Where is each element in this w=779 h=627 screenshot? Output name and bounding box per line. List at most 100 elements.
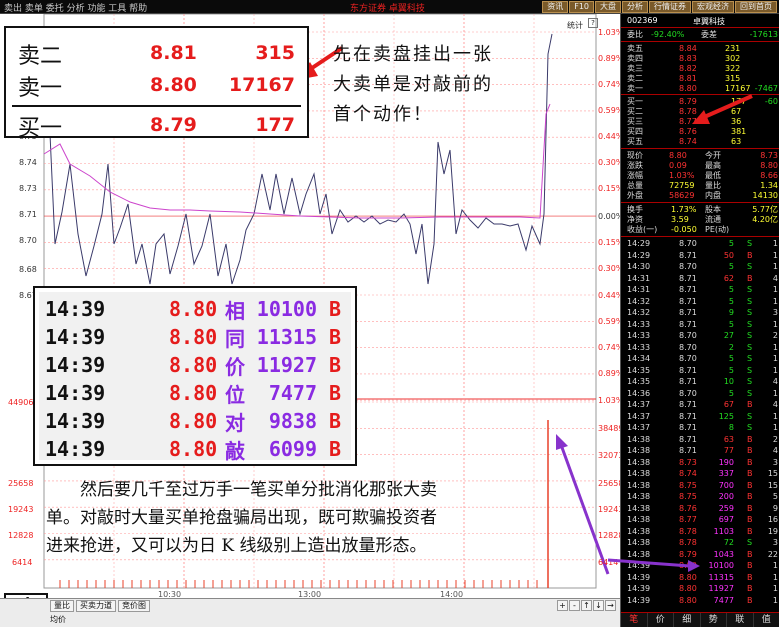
panel-row: 卖一 8.80 17167 -7467 <box>621 84 779 94</box>
tick-volume: 63 <box>723 434 734 444</box>
intraday-chart[interactable]: 统计 ? 8.75 8.74 8.73 8.71 8.70 8.68 8.67 … <box>0 14 623 623</box>
ask-label: 卖三 <box>627 64 643 73</box>
scroll-up-button[interactable]: ↑ <box>581 600 592 611</box>
order-volume: 315 <box>255 42 295 64</box>
tick-count: 1 <box>772 285 778 294</box>
tick-count: 1 <box>772 250 778 260</box>
tick-volume: 200 <box>718 492 734 501</box>
bid-label: 买三 <box>627 117 643 126</box>
zoom-out-button[interactable]: - <box>569 600 580 611</box>
panel-row: 收益(一) -0.050 PE(动) <box>621 225 779 235</box>
divider <box>621 94 779 95</box>
order-price: 8.81 <box>150 42 197 64</box>
panel-row: 14:38 8.75 700 B 15 <box>621 481 779 491</box>
panel-row: 现价 8.80 今开 8.73 <box>621 151 779 161</box>
divider <box>621 148 779 149</box>
ask-price: 8.82 <box>679 64 697 73</box>
footer-tab-price[interactable]: 价 <box>648 613 674 627</box>
panel-row: 卖四 8.83 302 <box>621 54 779 64</box>
tick-side: B <box>329 409 342 433</box>
tick-char: 相 <box>225 299 245 323</box>
tick-volume: 8 <box>728 423 734 432</box>
top-tab-home[interactable]: 回到首页 <box>735 1 777 13</box>
top-tab-info[interactable]: 资讯 <box>542 1 569 13</box>
menu-text[interactable]: 卖出 卖单 委托 分析 功能 工具 帮助 <box>4 1 147 14</box>
footer-tab-trend[interactable]: 势 <box>701 613 727 627</box>
stat-label: 最低 <box>705 171 721 180</box>
top-tab-securities[interactable]: 行情证券 <box>649 1 691 13</box>
tab-buy-sell-power[interactable]: 买卖力道 <box>76 600 116 612</box>
tick-count: 15 <box>767 469 778 478</box>
footer-tab-trades[interactable]: 笔 <box>621 613 648 627</box>
scroll-down-button[interactable]: ↓ <box>593 600 604 611</box>
tick-side: B <box>747 434 753 444</box>
tick-price: 8.80 <box>679 561 697 570</box>
tick-volume: 5 <box>728 319 734 329</box>
tick-row: 14:39 8.80 相 10100 B <box>39 294 351 323</box>
top-tab-f10[interactable]: F10 <box>569 1 594 13</box>
order-book-row: 买一 8.79 177 <box>6 108 307 141</box>
price-tick: 8.71 <box>19 210 37 219</box>
stat-value: -0.050 <box>671 225 697 234</box>
tick-char: 对 <box>225 411 245 435</box>
panel-row: 买四 8.76 381 <box>621 127 779 137</box>
zoom-in-button[interactable]: + <box>557 600 568 611</box>
bid-price: 8.77 <box>679 117 697 126</box>
tick-count: 22 <box>767 549 778 559</box>
top-tab-market[interactable]: 大盘 <box>595 1 621 13</box>
tick-price: 8.71 <box>679 285 697 294</box>
panel-row: 14:38 8.71 77 B 4 <box>621 446 779 456</box>
top-tabs: 资讯 F10 大盘 分析 行情证券 宏观经济 回到首页 <box>542 1 777 13</box>
stats-label[interactable]: 统计 <box>567 20 583 31</box>
ask-price: 8.81 <box>679 74 697 83</box>
tab-auction-chart[interactable]: 竞价图 <box>118 600 150 612</box>
tick-price: 8.78 <box>679 526 697 536</box>
tick-row: 14:39 8.80 位 7477 B <box>39 378 351 407</box>
tick-volume: 697 <box>718 515 734 524</box>
tick-time: 14:38 <box>627 446 651 455</box>
scroll-right-button[interactable]: → <box>605 600 616 611</box>
tick-price: 8.71 <box>679 250 697 260</box>
tick-time: 14:38 <box>627 457 651 467</box>
footer-tab-detail[interactable]: 细 <box>674 613 701 627</box>
panel-row: 14:33 8.70 27 S 2 <box>621 331 779 341</box>
panel-row: 14:39 8.80 11315 B 1 <box>621 573 779 583</box>
ask-price: 8.84 <box>679 44 697 53</box>
tick-time: 14:39 <box>627 561 651 570</box>
tick-volume: 337 <box>718 469 734 478</box>
tick-side: S <box>747 285 753 294</box>
tick-time: 14:31 <box>627 273 651 283</box>
tick-time: 14:29 <box>627 239 651 248</box>
tick-time: 14:38 <box>627 526 651 536</box>
tick-count: 1 <box>772 354 778 363</box>
tab-volume-ratio[interactable]: 量比 <box>50 600 74 612</box>
stat-label: 流通 <box>705 215 721 224</box>
tick-time: 14:39 <box>45 325 106 349</box>
order-book-zoom: 卖二 8.81 315 卖一 8.80 17167 买一 8.79 177 <box>4 26 309 141</box>
tick-row: 14:39 8.80 敲 6099 B <box>39 434 351 463</box>
panel-row: 14:34 8.70 5 S 1 <box>621 354 779 364</box>
panel-row: 买二 8.78 67 <box>621 107 779 117</box>
panel-row: 14:31 8.71 62 B 4 <box>621 274 779 284</box>
tick-time: 14:33 <box>627 342 651 352</box>
panel-footer-tabs: 笔 价 细 势 联 值 <box>621 612 779 627</box>
panel-row: 14:38 8.73 190 B 3 <box>621 458 779 468</box>
tick-count: 1 <box>772 561 778 570</box>
panel-row: 14:38 8.79 1043 B 22 <box>621 550 779 560</box>
tick-side: S <box>747 423 753 432</box>
ask-volume: 315 <box>725 74 741 83</box>
tick-price: 8.74 <box>679 469 697 478</box>
tick-price: 8.77 <box>679 515 697 524</box>
tick-volume: 11927 <box>256 353 317 377</box>
top-tab-analysis[interactable]: 分析 <box>622 1 648 13</box>
top-tab-macro[interactable]: 宏观经济 <box>692 1 734 13</box>
help-button[interactable]: ? <box>588 18 598 28</box>
footer-tab-linked[interactable]: 联 <box>727 613 754 627</box>
panel-row: 14:39 8.80 10100 B 1 <box>621 561 779 571</box>
tick-price: 8.71 <box>679 411 697 421</box>
footer-tab-value[interactable]: 值 <box>754 613 779 627</box>
bid-volume: 67 <box>731 107 742 116</box>
divider <box>621 202 779 203</box>
tick-count: 9 <box>772 503 778 513</box>
tick-time: 14:37 <box>627 411 651 421</box>
